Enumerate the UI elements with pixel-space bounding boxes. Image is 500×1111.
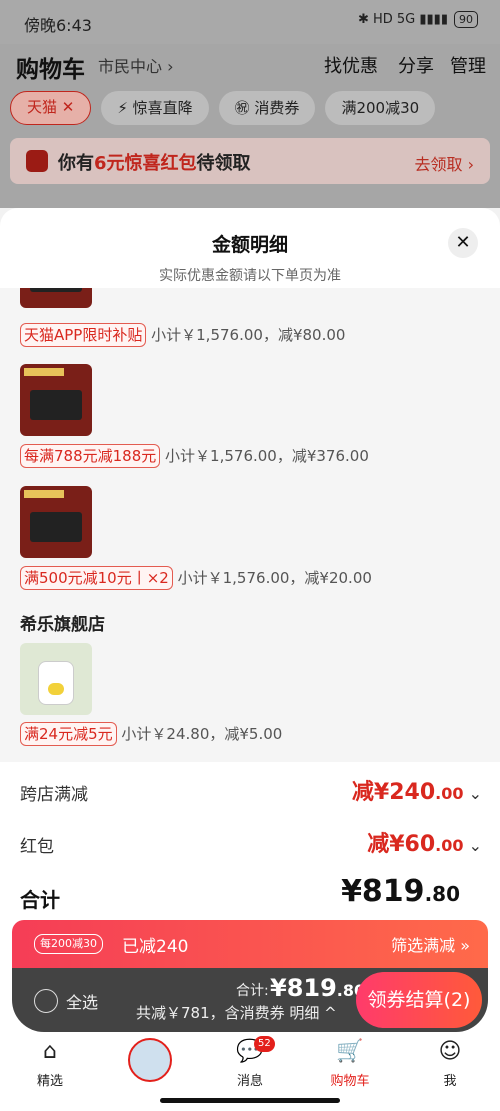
- promo-bar: 每200减30 已减240 筛选满减 »: [12, 920, 488, 968]
- chip-tmall[interactable]: 天猫 ✕: [10, 91, 92, 125]
- select-all-label[interactable]: 全选: [66, 989, 98, 1013]
- tab-center[interactable]: [110, 1038, 190, 1082]
- status-bar: 傍晚6:43 ✱ HD 5G ▮▮▮▮ 90: [0, 0, 500, 44]
- find-deals-button[interactable]: 找优惠: [324, 52, 378, 78]
- claim-link[interactable]: 去领取 ›: [415, 151, 475, 175]
- chevron-down-icon: ⌄: [468, 784, 482, 803]
- cross-store-value: 减¥240.00: [351, 780, 464, 805]
- item-detail: 小计￥1,576.00，减¥80.00: [151, 326, 346, 344]
- tab-cart[interactable]: 🛒 购物车: [310, 1038, 390, 1089]
- tab-label: 购物车: [330, 1074, 370, 1089]
- tab-label: 消息: [236, 1074, 263, 1089]
- manage-button[interactable]: 管理: [450, 52, 486, 78]
- promo-tag: 每满788元减188元: [20, 444, 161, 468]
- tab-label: 我: [443, 1074, 457, 1089]
- cross-store-row[interactable]: 减¥240.00 ⌄: [352, 774, 482, 806]
- chevron-down-icon: ⌄: [468, 836, 482, 855]
- detail-list: 天猫APP限时补贴 小计￥1,576.00，减¥80.00 每满788元减188…: [0, 288, 500, 762]
- promo-badge: 每200减30: [34, 934, 103, 954]
- filter-discount-link[interactable]: 筛选满减 »: [391, 932, 470, 956]
- promo-tag: 天猫APP限时补贴: [20, 323, 147, 347]
- sheet-title: 金额明细: [211, 234, 288, 256]
- promo-tag: 满24元减5元: [20, 722, 117, 746]
- red-packet-text: 你有6元惊喜红包待领取: [58, 153, 251, 174]
- checkout-total-value: ¥819.80: [270, 974, 366, 1002]
- tab-messages[interactable]: 💬 52 消息: [210, 1036, 290, 1089]
- red-packet-label: 红包: [20, 837, 54, 857]
- total-value: ¥819.80: [341, 874, 460, 909]
- promo-saved: 已减240: [122, 937, 189, 957]
- item-detail: 小计￥24.80，减¥5.00: [121, 725, 283, 743]
- message-badge: 52: [254, 1036, 275, 1052]
- checkout-bar: 全选 合计: ¥819.80 共减￥781，含消费券 明细 ^ 领券结算(2): [12, 968, 488, 1032]
- chip-200-30[interactable]: 满200减30: [325, 91, 436, 125]
- checkout-button[interactable]: 领券结算(2): [356, 972, 482, 1028]
- tab-label: 精选: [36, 1074, 63, 1089]
- store-name: 希乐旗舰店: [20, 615, 105, 635]
- red-packet-banner[interactable]: 你有6元惊喜红包待领取 去领取 ›: [10, 138, 490, 184]
- list-item: 每满788元减188元 小计￥1,576.00，减¥376.00: [20, 444, 369, 468]
- promo-tag: 满500元减10元丨×2: [20, 566, 173, 590]
- status-icons: ✱ HD 5G ▮▮▮▮ 90: [358, 11, 478, 28]
- tab-me[interactable]: ☺ 我: [410, 1038, 490, 1089]
- checkout-total-label: 合计:: [236, 983, 269, 999]
- home-indicator: [160, 1098, 340, 1103]
- product-thumbnail[interactable]: [20, 486, 92, 558]
- red-packet-value: 减¥60.00: [367, 832, 464, 857]
- page-title: 购物车: [16, 57, 85, 83]
- chip-coupon[interactable]: ㊗ 消费券: [218, 91, 316, 125]
- product-thumbnail[interactable]: [20, 643, 92, 715]
- product-thumbnail[interactable]: [20, 288, 92, 308]
- profile-icon: ☺: [438, 1039, 462, 1064]
- home-icon: ⌂: [43, 1039, 57, 1064]
- chip-surprise-drop[interactable]: ⚡ 惊喜直降: [101, 91, 209, 125]
- close-button[interactable]: ✕: [448, 228, 478, 258]
- battery-icon: 90: [454, 11, 478, 28]
- sheet-subtitle: 实际优惠金额请以下单页为准: [159, 268, 341, 284]
- product-thumbnail[interactable]: [20, 364, 92, 436]
- red-packet-row[interactable]: 减¥60.00 ⌄: [367, 826, 482, 858]
- saved-detail-link[interactable]: 共减￥781，含消费券 明细 ^: [136, 1002, 337, 1023]
- share-button[interactable]: 分享: [398, 52, 434, 78]
- tab-featured[interactable]: ⌂ 精选: [10, 1038, 90, 1089]
- list-item: 满24元减5元 小计￥24.80，减¥5.00: [20, 722, 282, 746]
- list-item: 满500元减10元丨×2 小计￥1,576.00，减¥20.00: [20, 566, 372, 590]
- list-item: 天猫APP限时补贴 小计￥1,576.00，减¥80.00: [20, 323, 345, 347]
- signal-icon: ✱ HD 5G ▮▮▮▮: [357, 12, 448, 27]
- red-packet-icon: [26, 150, 48, 172]
- cross-store-label: 跨店满减: [20, 785, 88, 805]
- status-time: 傍晚6:43: [24, 16, 92, 35]
- avatar-icon: [128, 1038, 172, 1082]
- location-selector[interactable]: 市民中心 ›: [98, 53, 174, 77]
- item-detail: 小计￥1,576.00，减¥376.00: [165, 447, 369, 465]
- item-detail: 小计￥1,576.00，减¥20.00: [177, 569, 372, 587]
- cart-icon: 🛒: [336, 1039, 364, 1064]
- select-all-checkbox[interactable]: [34, 989, 58, 1013]
- total-label: 合计: [20, 888, 60, 912]
- filter-chips: 天猫 ✕ ⚡ 惊喜直降 ㊗ 消费券 满200减30: [10, 91, 436, 125]
